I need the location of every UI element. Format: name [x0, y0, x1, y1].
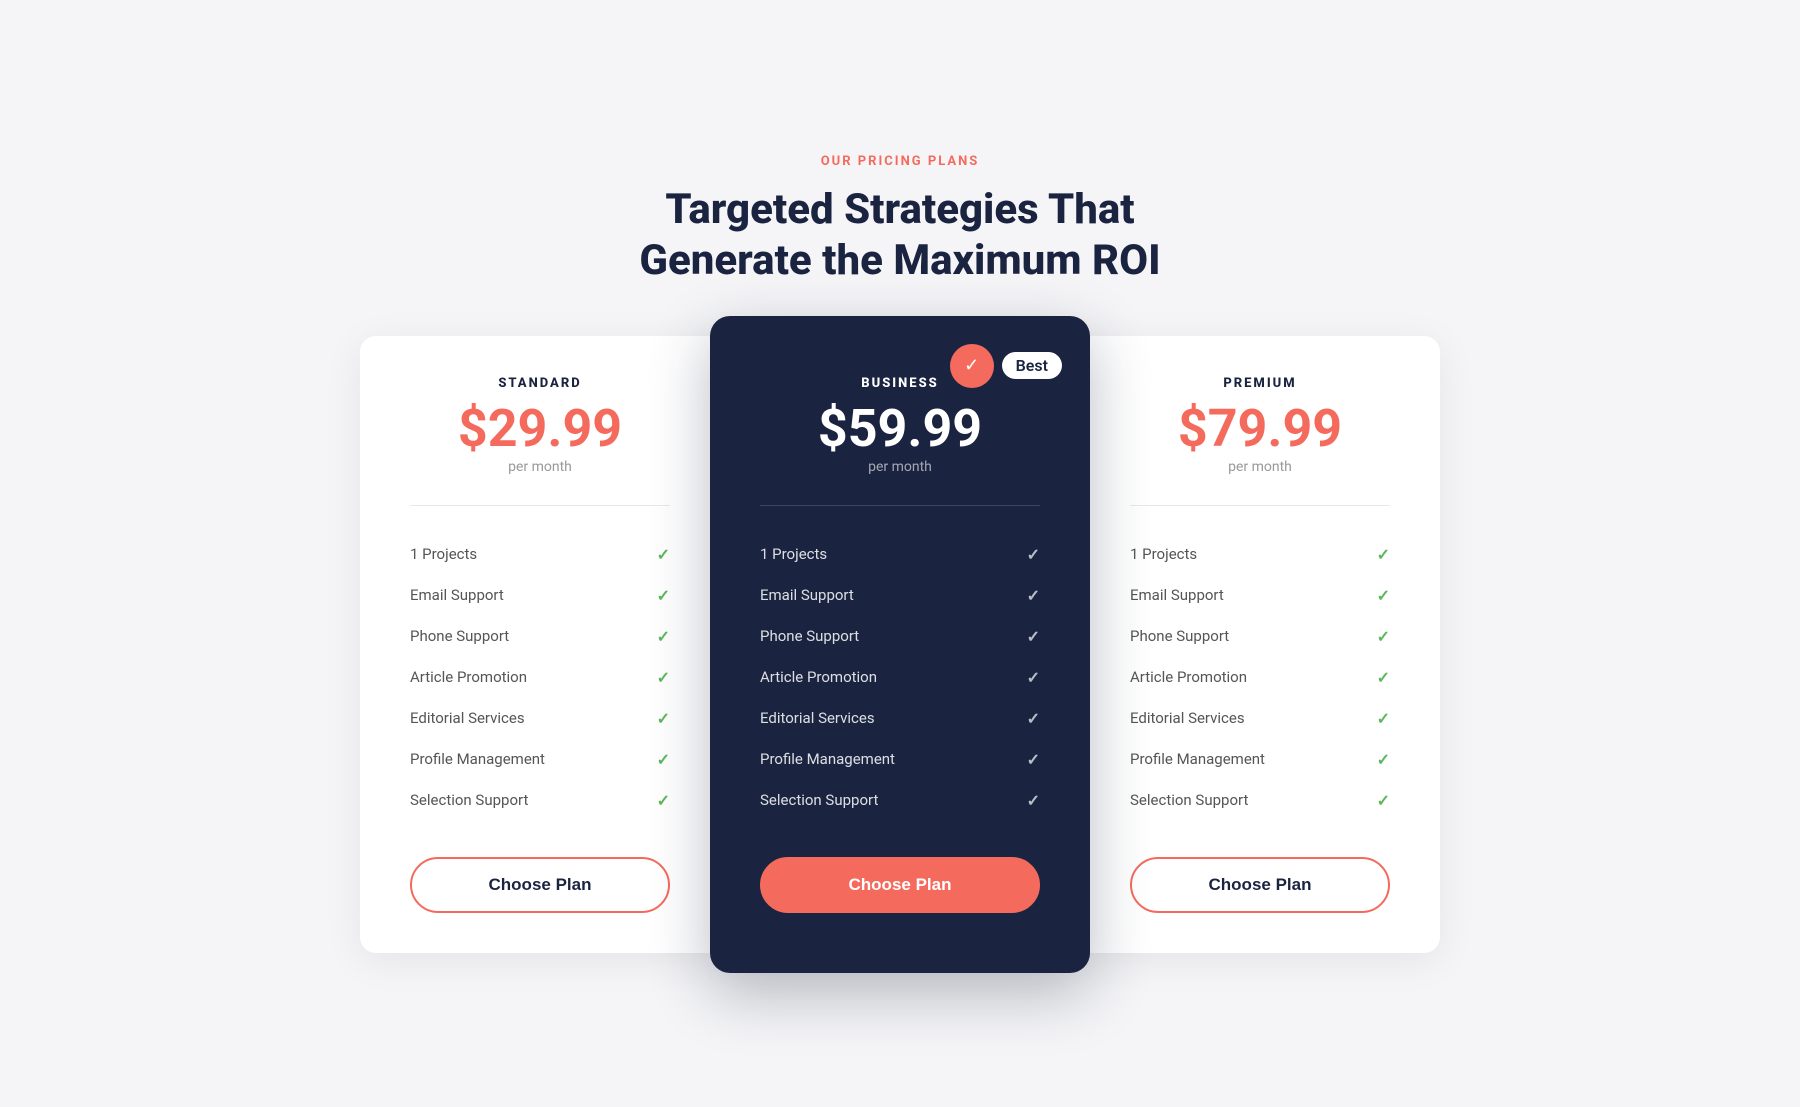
- feature-name: Email Support: [760, 586, 854, 604]
- plan-period: per month: [410, 459, 670, 475]
- feature-name: Phone Support: [1130, 627, 1229, 645]
- plan-name: PREMIUM: [1130, 376, 1390, 391]
- check-icon: ✓: [1377, 709, 1390, 728]
- check-icon: ✓: [657, 709, 670, 728]
- feature-name: Selection Support: [1130, 791, 1248, 809]
- feature-name: Email Support: [1130, 586, 1224, 604]
- feature-item: 1 Projects ✓: [410, 534, 670, 575]
- feature-name: Phone Support: [760, 627, 859, 645]
- feature-name: Email Support: [410, 586, 504, 604]
- check-icon: ✓: [1377, 791, 1390, 810]
- feature-item: Editorial Services ✓: [1130, 698, 1390, 739]
- feature-name: Selection Support: [760, 791, 878, 809]
- feature-name: 1 Projects: [1130, 545, 1197, 563]
- check-icon: ✓: [657, 791, 670, 810]
- feature-name: Profile Management: [1130, 750, 1265, 768]
- check-icon: ✓: [1027, 545, 1040, 564]
- plan-divider: [1130, 505, 1390, 506]
- plan-price: $29.99: [410, 403, 670, 455]
- feature-item: Selection Support ✓: [760, 780, 1040, 821]
- feature-item: Profile Management ✓: [1130, 739, 1390, 780]
- feature-name: 1 Projects: [410, 545, 477, 563]
- choose-plan-button[interactable]: Choose Plan: [1130, 857, 1390, 913]
- check-icon: ✓: [657, 627, 670, 646]
- feature-name: Profile Management: [410, 750, 545, 768]
- feature-item: Article Promotion ✓: [760, 657, 1040, 698]
- choose-plan-button[interactable]: Choose Plan: [760, 857, 1040, 913]
- plans-container: STANDARD $29.99 per month 1 Projects ✓ E…: [300, 336, 1500, 953]
- feature-name: Profile Management: [760, 750, 895, 768]
- best-badge-icon: ✓: [950, 344, 994, 388]
- check-icon: ✓: [657, 668, 670, 687]
- plan-name: STANDARD: [410, 376, 670, 391]
- check-icon: ✓: [1027, 750, 1040, 769]
- check-icon: ✓: [1027, 709, 1040, 728]
- feature-name: Selection Support: [410, 791, 528, 809]
- check-icon: ✓: [657, 586, 670, 605]
- feature-item: Email Support ✓: [760, 575, 1040, 616]
- feature-item: Profile Management ✓: [410, 739, 670, 780]
- plan-card-standard: STANDARD $29.99 per month 1 Projects ✓ E…: [360, 336, 720, 953]
- check-icon: ✓: [1027, 791, 1040, 810]
- feature-name: Phone Support: [410, 627, 509, 645]
- feature-name: 1 Projects: [760, 545, 827, 563]
- feature-item: Phone Support ✓: [410, 616, 670, 657]
- plan-divider: [760, 505, 1040, 506]
- check-icon: ✓: [1377, 750, 1390, 769]
- feature-name: Editorial Services: [1130, 709, 1245, 727]
- check-icon: ✓: [1377, 586, 1390, 605]
- plan-period: per month: [1130, 459, 1390, 475]
- feature-item: Email Support ✓: [1130, 575, 1390, 616]
- features-list: 1 Projects ✓ Email Support ✓ Phone Suppo…: [1130, 534, 1390, 821]
- feature-name: Editorial Services: [760, 709, 875, 727]
- feature-name: Article Promotion: [410, 668, 527, 686]
- check-icon: ✓: [657, 545, 670, 564]
- check-icon: ✓: [1027, 627, 1040, 646]
- feature-item: Email Support ✓: [410, 575, 670, 616]
- check-icon: ✓: [657, 750, 670, 769]
- feature-item: Article Promotion ✓: [410, 657, 670, 698]
- plan-card-business: ✓ Best BUSINESS $59.99 per month 1 Proje…: [710, 316, 1090, 973]
- choose-plan-button[interactable]: Choose Plan: [410, 857, 670, 913]
- best-badge: ✓ Best: [950, 344, 1062, 388]
- feature-name: Editorial Services: [410, 709, 525, 727]
- plan-divider: [410, 505, 670, 506]
- feature-name: Article Promotion: [760, 668, 877, 686]
- check-icon: ✓: [1027, 668, 1040, 687]
- check-icon: ✓: [1377, 627, 1390, 646]
- check-icon: ✓: [1377, 668, 1390, 687]
- features-list: 1 Projects ✓ Email Support ✓ Phone Suppo…: [410, 534, 670, 821]
- plan-price: $59.99: [760, 403, 1040, 455]
- feature-item: Phone Support ✓: [760, 616, 1040, 657]
- feature-item: Editorial Services ✓: [760, 698, 1040, 739]
- plan-card-premium: PREMIUM $79.99 per month 1 Projects ✓ Em…: [1080, 336, 1440, 953]
- feature-item: Selection Support ✓: [410, 780, 670, 821]
- plan-period: per month: [760, 459, 1040, 475]
- check-icon: ✓: [1027, 586, 1040, 605]
- feature-item: 1 Projects ✓: [760, 534, 1040, 575]
- header-subtitle: OUR PRICING PLANS: [639, 154, 1160, 169]
- page-header: OUR PRICING PLANS Targeted Strategies Th…: [639, 154, 1160, 286]
- header-title: Targeted Strategies That Generate the Ma…: [639, 185, 1160, 286]
- check-icon: ✓: [1377, 545, 1390, 564]
- feature-item: Editorial Services ✓: [410, 698, 670, 739]
- best-badge-label: Best: [1002, 352, 1062, 379]
- feature-item: Article Promotion ✓: [1130, 657, 1390, 698]
- feature-item: Selection Support ✓: [1130, 780, 1390, 821]
- features-list: 1 Projects ✓ Email Support ✓ Phone Suppo…: [760, 534, 1040, 821]
- feature-item: 1 Projects ✓: [1130, 534, 1390, 575]
- feature-name: Article Promotion: [1130, 668, 1247, 686]
- plan-price: $79.99: [1130, 403, 1390, 455]
- feature-item: Profile Management ✓: [760, 739, 1040, 780]
- feature-item: Phone Support ✓: [1130, 616, 1390, 657]
